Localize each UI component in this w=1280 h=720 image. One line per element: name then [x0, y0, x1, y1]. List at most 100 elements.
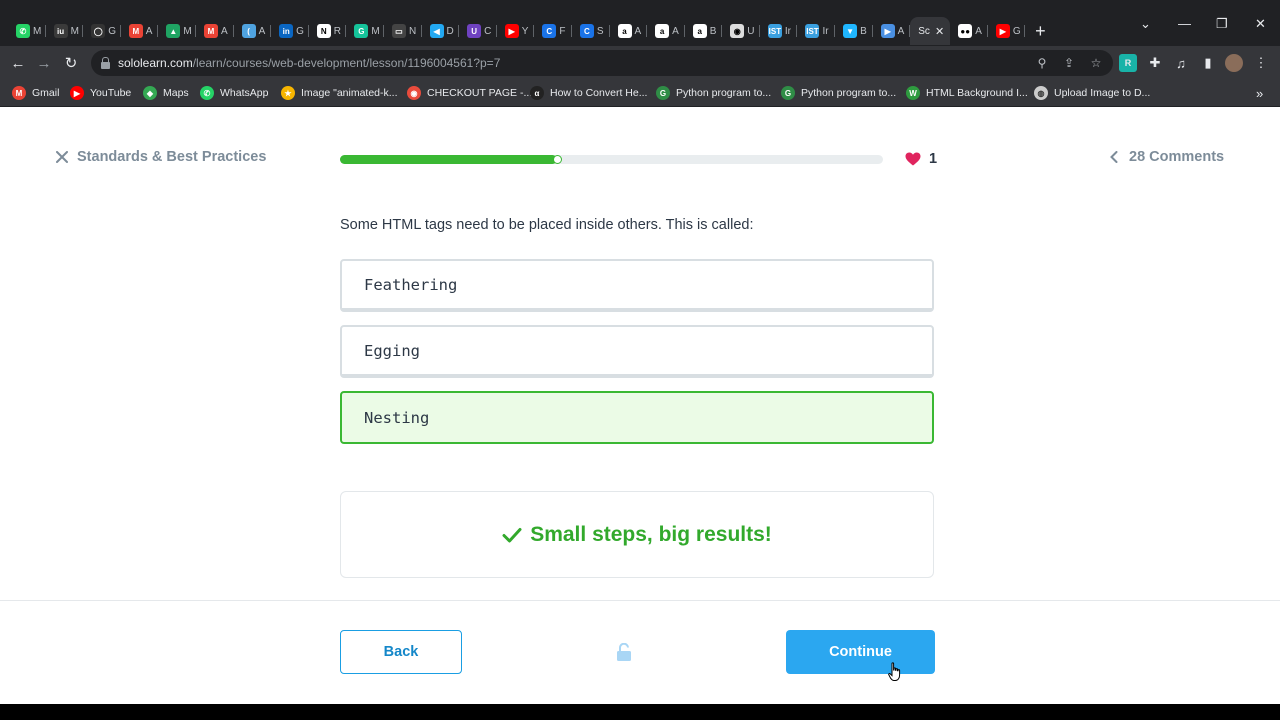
hearts-count: 1	[929, 151, 938, 167]
browser-tab[interactable]: ◯ G	[83, 17, 121, 45]
answer-option-nesting[interactable]: Nesting	[340, 391, 934, 444]
share-icon[interactable]: ⇪	[1061, 55, 1077, 71]
tab-title: M	[371, 25, 380, 37]
bookmark-item[interactable]: α How to Convert He...	[530, 80, 647, 106]
browser-tab[interactable]: GM	[346, 17, 384, 45]
url-text: sololearn.com/learn/courses/web-developm…	[118, 56, 500, 70]
tab-favicon-icon: ✆	[16, 24, 30, 38]
bookmark-favicon-icon: ▶	[70, 86, 84, 100]
minimize-icon[interactable]: —	[1178, 16, 1191, 31]
browser-tab[interactable]: ✆ M	[8, 17, 46, 45]
browser-tab[interactable]: ▶ A	[873, 17, 911, 45]
browser-tab[interactable]: (A	[234, 17, 272, 45]
side-panel-icon[interactable]: ▮	[1199, 54, 1217, 72]
media-control-icon[interactable]: ♫	[1172, 54, 1190, 72]
tab-title: A	[975, 25, 982, 37]
bookmark-item[interactable]: G Python program to...	[656, 80, 771, 106]
bookmark-favicon-icon: ◍	[1034, 86, 1048, 100]
progress-fill	[340, 155, 557, 164]
tab-title: A	[634, 25, 642, 37]
tab-title: F	[559, 25, 566, 37]
bookmark-item[interactable]: ▶ YouTube	[70, 80, 131, 106]
browser-tab[interactable]: ▶ G	[988, 17, 1026, 45]
zoom-icon[interactable]: ⚲	[1034, 55, 1050, 71]
browser-tab[interactable]: ▶ Y	[497, 17, 535, 45]
answer-option-label: Egging	[364, 341, 420, 360]
browser-tab[interactable]: MA	[121, 17, 159, 45]
bookmark-favicon-icon: W	[906, 86, 920, 100]
heart-icon	[905, 152, 921, 166]
browser-tab-active[interactable]: Sc ✕	[910, 17, 951, 45]
address-bar[interactable]: sololearn.com/learn/courses/web-developm…	[91, 50, 1113, 76]
browser-tab[interactable]: CS	[572, 17, 610, 45]
continue-button[interactable]: Continue	[786, 630, 935, 674]
browser-tab[interactable]: CF	[534, 17, 572, 45]
bookmark-item[interactable]: ◍ Upload Image to D...	[1034, 80, 1150, 106]
browser-menu-icon[interactable]: ⋮	[1252, 54, 1270, 72]
new-tab-icon[interactable]: +	[1025, 17, 1055, 45]
browser-tab[interactable]: MA	[196, 17, 234, 45]
extensions-puzzle-icon[interactable]: ✚	[1146, 54, 1164, 72]
tab-title: A	[672, 25, 679, 37]
back-button[interactable]: Back	[340, 630, 462, 674]
bookmark-label: YouTube	[90, 87, 132, 99]
bookmark-favicon-icon: G	[656, 86, 670, 100]
tab-search-icon[interactable]: ⌄	[1140, 16, 1151, 32]
bookmark-label: How to Convert He...	[550, 87, 648, 99]
forward-arrow-icon[interactable]: →	[32, 46, 56, 80]
tab-title: M	[183, 25, 192, 37]
bookmark-label: Python program to...	[801, 87, 897, 99]
tab-close-icon[interactable]: ✕	[935, 25, 944, 38]
comments-link[interactable]: 28 Comments	[1110, 149, 1224, 165]
bookmarks-overflow-icon[interactable]: »	[1256, 80, 1263, 106]
tab-title: R	[333, 25, 341, 37]
tab-favicon-icon: ◉	[730, 24, 745, 38]
restore-icon[interactable]: ❐	[1216, 16, 1228, 32]
browser-tab[interactable]: NR	[309, 17, 347, 45]
bookmark-label: HTML Background I...	[926, 87, 1028, 99]
bookmark-favicon-icon: M	[12, 86, 26, 100]
tab-favicon-icon: IST	[767, 24, 782, 38]
browser-tab[interactable]: aB	[685, 17, 723, 45]
browser-tab[interactable]: aA	[647, 17, 685, 45]
bookmark-item[interactable]: G Python program to...	[781, 80, 896, 106]
unlock-icon[interactable]	[616, 643, 632, 661]
bookmark-favicon-icon: ★	[281, 86, 295, 100]
tab-favicon-icon: (	[241, 24, 256, 38]
bookmark-item[interactable]: ◉ CHECKOUT PAGE -...	[407, 80, 532, 106]
profile-avatar[interactable]	[1225, 54, 1243, 72]
back-arrow-icon[interactable]: ←	[6, 46, 30, 80]
browser-tab[interactable]: ◉ U	[722, 17, 760, 45]
answer-option-egging[interactable]: Egging	[340, 325, 934, 378]
bookmark-item[interactable]: ✆ WhatsApp	[200, 80, 268, 106]
bookmark-item[interactable]: W HTML Background I...	[906, 80, 1028, 106]
bookmark-item[interactable]: ★ Image "animated-k...	[281, 80, 398, 106]
bookmark-item[interactable]: ◆ Maps	[143, 80, 189, 106]
browser-tab[interactable]: UC	[459, 17, 497, 45]
browser-tab[interactable]: ●● A	[950, 17, 988, 45]
bookmark-label: Maps	[163, 87, 189, 99]
browser-tab[interactable]: iu M	[46, 17, 84, 45]
window-close-icon[interactable]: ✕	[1255, 16, 1266, 32]
feedback-panel: Small steps, big results!	[340, 491, 934, 578]
answer-option-feathering[interactable]: Feathering	[340, 259, 934, 312]
tab-title: G	[108, 25, 116, 37]
browser-tab[interactable]: in G	[271, 17, 309, 45]
browser-tab[interactable]: ▭ N	[384, 17, 422, 45]
close-lesson-link[interactable]: Standards & Best Practices	[56, 149, 266, 165]
tab-favicon-icon: IST	[805, 24, 820, 38]
bookmark-star-icon[interactable]: ☆	[1088, 55, 1104, 71]
extension-r-icon[interactable]: R	[1119, 54, 1137, 72]
browser-tab[interactable]: IST Ir	[797, 17, 835, 45]
browser-tab[interactable]: ▲ M	[158, 17, 196, 45]
browser-tab[interactable]: aA	[610, 17, 648, 45]
browser-tab[interactable]: ▼ B	[835, 17, 873, 45]
browser-tab[interactable]: IST Ir	[760, 17, 798, 45]
answer-option-label: Nesting	[364, 408, 430, 427]
bookmark-item[interactable]: M Gmail	[12, 80, 59, 106]
tab-title: D	[446, 25, 454, 37]
browser-tab[interactable]: ◀ D	[422, 17, 460, 45]
tab-favicon-icon: U	[467, 24, 482, 38]
reload-icon[interactable]: ↻	[59, 46, 83, 80]
bookmark-favicon-icon: ◉	[407, 86, 421, 100]
